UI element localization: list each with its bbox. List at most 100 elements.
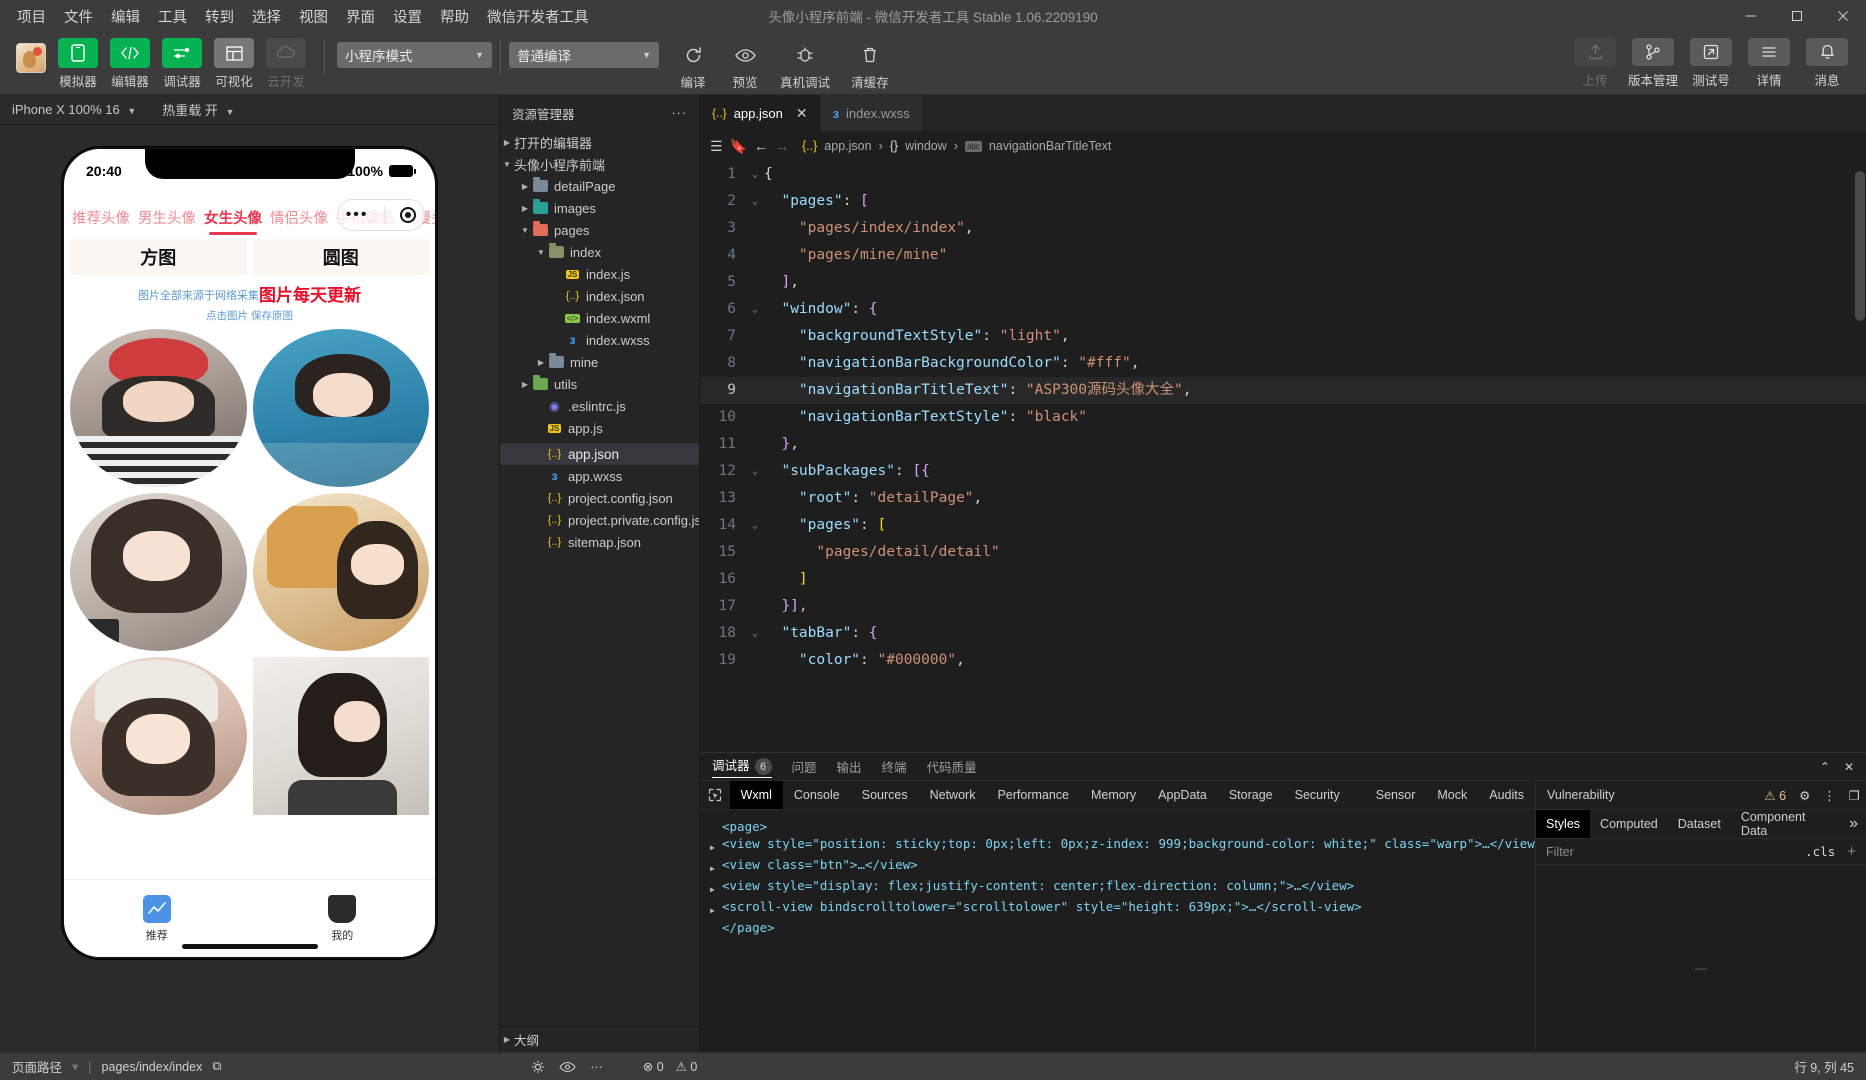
avatar-thumb[interactable] <box>253 493 430 651</box>
wechat-capsule[interactable]: ••• <box>337 199 425 231</box>
hot-reload-select[interactable]: 热重载 开 ▼ <box>162 100 234 119</box>
warning-icon[interactable]: ⚠ 6 <box>1764 788 1786 803</box>
add-rule-button[interactable]: + <box>1847 843 1856 860</box>
upload-button[interactable]: 上传 <box>1566 38 1624 89</box>
code-editor[interactable]: 1⌄{2⌄ "pages": [3 "pages/index/index",4 … <box>700 161 1866 752</box>
dom-line[interactable]: </page> <box>710 919 1525 936</box>
mode-select[interactable]: 小程序模式 ▼ <box>337 42 492 68</box>
code-line[interactable]: 15 "pages/detail/detail" <box>700 539 1866 566</box>
tree-item-detailpage[interactable]: ▶ detailPage <box>500 175 699 197</box>
devtools-tab-mock[interactable]: Mock <box>1426 781 1478 809</box>
tree-open-editors[interactable]: ▶ 打开的编辑器 <box>500 131 699 153</box>
details-button[interactable]: 详情 <box>1740 38 1798 89</box>
styles-tab[interactable]: Styles <box>1536 810 1590 838</box>
debugger-tab-code-quality[interactable]: 代码质量 <box>927 757 977 776</box>
wxml-dom-tree[interactable]: <page> ▶<view style="position: sticky;to… <box>700 810 1535 1052</box>
shape-square-button[interactable]: 方图 <box>70 239 247 275</box>
forward-arrow-icon[interactable]: → <box>775 138 789 154</box>
code-line[interactable]: 16 ] <box>700 566 1866 593</box>
devtools-tab-vulnerability[interactable]: Vulnerability <box>1536 781 1626 809</box>
tree-item-app-json[interactable]: {..} app.json <box>500 443 699 465</box>
tree-item-eslintrc[interactable]: ◉ .eslintrc.js <box>500 395 699 417</box>
code-line[interactable]: 2⌄ "pages": [ <box>700 188 1866 215</box>
dom-toggle-icon[interactable]: ▶ <box>710 835 722 856</box>
tree-item-utils[interactable]: ▶ utils <box>500 373 699 395</box>
tab-app-json[interactable]: {..} app.json ✕ <box>700 95 821 131</box>
tree-item-index-wxml[interactable]: </> index.wxml <box>500 307 699 329</box>
fold-chevron-icon[interactable]: ⌄ <box>746 161 764 188</box>
caret-down-icon[interactable]: ▾ <box>72 1059 78 1074</box>
code-line[interactable]: 7 "backgroundTextStyle": "light", <box>700 323 1866 350</box>
menu-item-goto[interactable]: 转到 <box>196 2 243 31</box>
debugger-tab-problems[interactable]: 问题 <box>792 757 817 776</box>
category-tab-boy[interactable]: 男生头像 <box>138 207 196 235</box>
debugger-tab-output[interactable]: 输出 <box>837 757 862 776</box>
category-tab-recommend[interactable]: 推荐头像 <box>72 207 130 235</box>
breadcrumb-file[interactable]: app.json <box>824 139 871 153</box>
avatar-thumb[interactable] <box>253 329 430 487</box>
shape-circle-button[interactable]: 圆图 <box>253 239 430 275</box>
dom-line[interactable]: ▶<scroll-view bindscrolltolower="scrollt… <box>710 898 1525 919</box>
error-count[interactable]: ⊗ 0 <box>643 1059 664 1074</box>
chevron-up-icon[interactable]: ⌃ <box>1820 760 1830 774</box>
close-icon[interactable]: ✕ <box>796 105 808 122</box>
tree-item-project-private-config[interactable]: {..} project.private.config.js... <box>500 509 699 531</box>
tree-item-index-js[interactable]: JS index.js <box>500 263 699 285</box>
warning-count[interactable]: ⚠ 0 <box>676 1059 698 1074</box>
toggle-debugger[interactable]: 调试器 <box>160 38 204 90</box>
compile-button[interactable]: 编译 <box>670 38 716 91</box>
styles-filter-input[interactable]: Filter <box>1546 845 1574 859</box>
inspect-icon[interactable] <box>700 781 730 809</box>
tree-item-pages[interactable]: ▼ pages <box>500 219 699 241</box>
cursor-position[interactable]: 行 9, 列 45 <box>1794 1057 1854 1076</box>
scrollbar-thumb[interactable] <box>1855 171 1865 321</box>
bookmark-icon[interactable]: 🔖 <box>730 138 747 155</box>
tree-project-root[interactable]: ▼ 头像小程序前端 <box>500 153 699 175</box>
code-lines[interactable]: 1⌄{2⌄ "pages": [3 "pages/index/index",4 … <box>700 161 1866 752</box>
dom-line[interactable]: <page> <box>710 818 1525 835</box>
dataset-tab[interactable]: Dataset <box>1668 810 1731 838</box>
menu-item-tools[interactable]: 工具 <box>149 2 196 31</box>
copy-icon[interactable]: ⧉ <box>212 1059 221 1074</box>
test-account-button[interactable]: 测试号 <box>1682 38 1740 89</box>
code-line[interactable]: 17 }], <box>700 593 1866 620</box>
compile-select[interactable]: 普通编译 ▼ <box>509 42 659 68</box>
devtools-tab-performance[interactable]: Performance <box>986 781 1080 809</box>
devtools-tab-security[interactable]: Security <box>1284 781 1351 809</box>
clear-cache-button[interactable]: 清缓存 <box>842 38 898 91</box>
avatar-thumb[interactable] <box>70 657 247 815</box>
dom-line[interactable]: ▶<view class="btn">…</view> <box>710 856 1525 877</box>
code-line[interactable]: 3 "pages/index/index", <box>700 215 1866 242</box>
code-line[interactable]: 14⌄ "pages": [ <box>700 512 1866 539</box>
toggle-simulator[interactable]: 模拟器 <box>56 38 100 90</box>
code-line[interactable]: 9 "navigationBarTitleText": "ASP300源码头像大… <box>700 377 1866 404</box>
code-line[interactable]: 11 }, <box>700 431 1866 458</box>
component-data-tab[interactable]: Component Data <box>1731 810 1841 838</box>
gear-icon[interactable]: ⚙ <box>1799 788 1810 803</box>
preview-button[interactable]: 预览 <box>722 38 768 91</box>
breadcrumb-window[interactable]: window <box>905 139 947 153</box>
code-line[interactable]: 12⌄ "subPackages": [{ <box>700 458 1866 485</box>
breadcrumb-property[interactable]: navigationBarTitleText <box>989 139 1112 153</box>
menu-item-view[interactable]: 视图 <box>290 2 337 31</box>
outline-section[interactable]: ▶ 大纲 <box>500 1026 699 1052</box>
menu-item-project[interactable]: 项目 <box>8 2 55 31</box>
code-line[interactable]: 19 "color": "#000000", <box>700 647 1866 674</box>
close-icon[interactable] <box>1820 0 1866 32</box>
tree-item-project-config[interactable]: {..} project.config.json <box>500 487 699 509</box>
code-line[interactable]: 5 ], <box>700 269 1866 296</box>
tab-index-wxss[interactable]: ᴈ index.wxss <box>821 95 923 131</box>
toggle-editor[interactable]: 编辑器 <box>108 38 152 90</box>
tree-item-mine[interactable]: ▶ mine <box>500 351 699 373</box>
devtools-tab-wxml[interactable]: Wxml <box>730 781 783 809</box>
toggle-visual[interactable]: 可视化 <box>212 38 256 90</box>
back-arrow-icon[interactable]: ← <box>754 138 768 154</box>
more-icon[interactable]: ··· <box>672 106 688 120</box>
devtools-tab-network[interactable]: Network <box>919 781 987 809</box>
dock-icon[interactable]: ❐ <box>1849 788 1860 803</box>
dom-toggle-icon[interactable]: ▶ <box>710 898 722 919</box>
tree-item-sitemap[interactable]: {..} sitemap.json <box>500 531 699 553</box>
menu-item-help[interactable]: 帮助 <box>431 2 478 31</box>
outline-list-icon[interactable]: ☰ <box>710 138 723 155</box>
code-line[interactable]: 8 "navigationBarBackgroundColor": "#fff"… <box>700 350 1866 377</box>
